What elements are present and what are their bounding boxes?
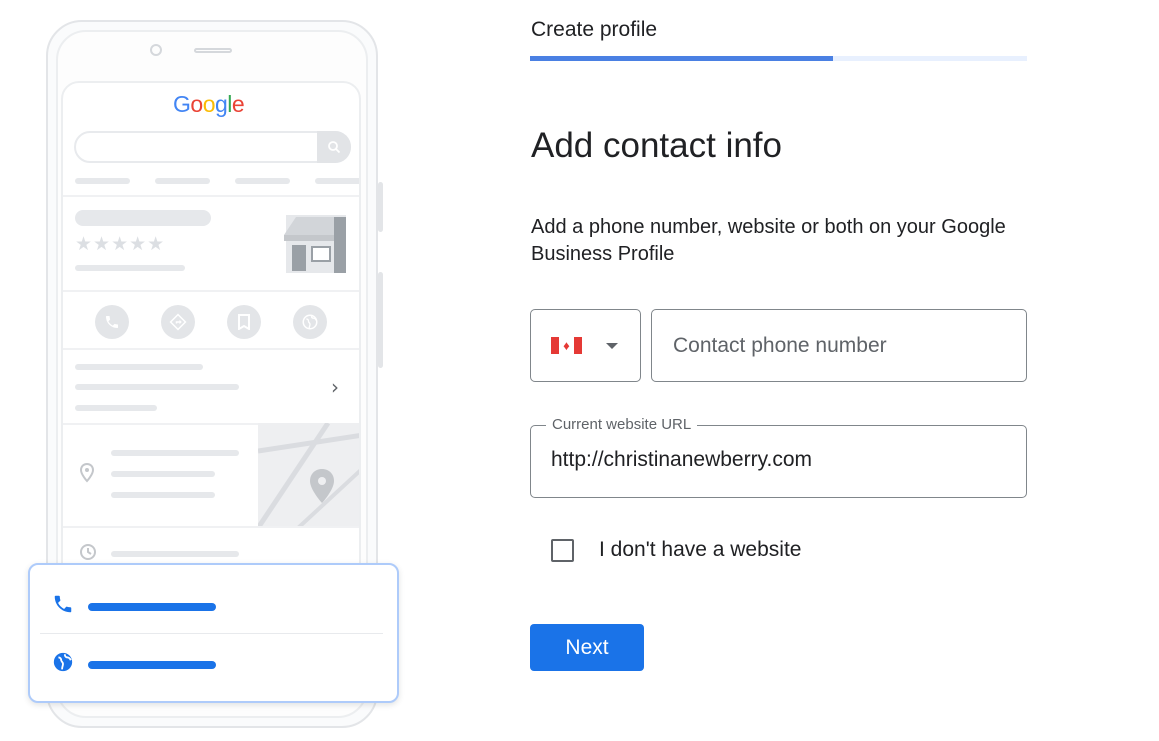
page-description: Add a phone number, website or both on y… — [531, 216, 1006, 265]
phone-speaker — [194, 48, 232, 53]
divider — [63, 290, 359, 292]
canada-flag-icon: ♦ — [551, 337, 582, 354]
contact-card-website-row — [52, 651, 216, 678]
contact-card-phone-line — [88, 602, 216, 611]
google-logo: Google — [173, 91, 245, 117]
mock-tab-bar — [155, 178, 210, 184]
progress-bar-fill — [530, 56, 834, 61]
divider — [63, 526, 359, 528]
phone-camera — [150, 44, 162, 56]
search-icon — [317, 131, 351, 163]
progress-bar — [530, 56, 1027, 61]
mock-text-line — [75, 405, 157, 411]
chevron-right-icon: › — [331, 375, 339, 399]
mock-tab-bar — [235, 178, 290, 184]
mock-tab-bar — [315, 178, 359, 184]
mock-search-bar — [74, 131, 351, 163]
no-website-checkbox[interactable] — [551, 539, 574, 562]
contact-card-website-line — [88, 660, 216, 669]
page-heading: Add contact info — [531, 126, 782, 165]
contact-card-phone-row — [52, 593, 216, 620]
phone-screen: Google ★★★★★ › — [61, 81, 361, 571]
mock-text-line — [75, 265, 185, 271]
country-code-select[interactable]: ♦ — [530, 309, 641, 382]
phone-icon — [52, 593, 74, 620]
divider — [63, 195, 359, 197]
divider — [63, 348, 359, 350]
directions-icon — [161, 305, 195, 339]
mini-map — [258, 423, 359, 528]
globe-icon — [52, 651, 74, 678]
phone-side-button — [378, 272, 383, 368]
contact-phone-input[interactable] — [651, 309, 1027, 382]
no-website-label[interactable]: I don't have a website — [599, 538, 801, 562]
next-button[interactable]: Next — [530, 624, 644, 671]
globe-icon — [293, 305, 327, 339]
step-title: Create profile — [531, 18, 658, 41]
website-url-label: Current website URL — [546, 416, 698, 433]
mock-tab-bar — [75, 178, 130, 184]
location-pin-icon — [79, 462, 95, 488]
phone-side-button — [378, 182, 383, 232]
mock-text-line — [75, 384, 239, 390]
mock-text-line — [111, 471, 215, 477]
divider — [40, 633, 383, 634]
website-url-input[interactable] — [551, 448, 1011, 472]
contact-info-card — [28, 563, 399, 703]
bookmark-icon — [227, 305, 261, 339]
mock-text-line — [111, 450, 239, 456]
phone-icon — [95, 305, 129, 339]
rating-stars: ★★★★★ — [75, 233, 166, 255]
mock-business-name — [75, 210, 211, 226]
website-url-field[interactable]: Current website URL — [530, 416, 1027, 498]
mock-text-line — [75, 364, 203, 370]
mock-text-line — [111, 551, 239, 557]
mock-text-line — [111, 492, 215, 498]
store-icon — [282, 213, 348, 275]
dropdown-arrow-icon — [606, 342, 618, 349]
